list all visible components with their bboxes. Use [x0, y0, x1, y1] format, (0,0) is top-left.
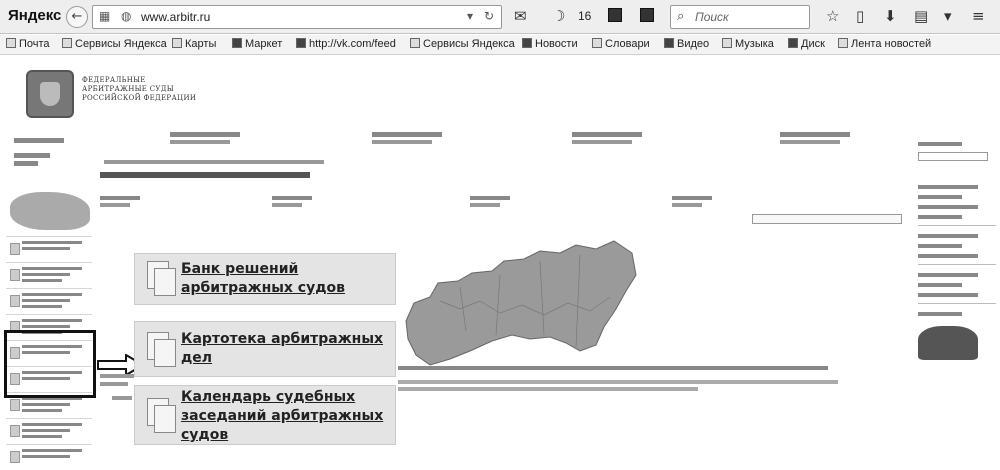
callout-case-files[interactable]: Картотека арбитражных дел: [134, 321, 396, 377]
sidebar-link[interactable]: [918, 185, 978, 189]
sidebar-link[interactable]: [918, 244, 962, 248]
body-text: [100, 374, 134, 378]
right-sidebar: [918, 134, 996, 360]
search-icon: ⌕: [677, 9, 685, 24]
body-text: [398, 380, 838, 384]
sidebar-link[interactable]: [918, 234, 978, 238]
chevron-down-icon[interactable]: ▾: [944, 8, 952, 24]
extension-icon-1[interactable]: [608, 8, 622, 25]
callout-title[interactable]: Банк решений арбитражных судов: [181, 260, 393, 298]
clipboard-icon[interactable]: ▯: [856, 8, 864, 24]
breadcrumb[interactable]: [104, 160, 324, 164]
sidebar-link[interactable]: [14, 153, 50, 158]
browser-toolbar: Яндекс ← ▦ ◍ www.arbitr.ru ▾ ↻ ✉ ☽ 16 ⌕ …: [0, 0, 1000, 34]
web-page: ФЕДЕРАЛЬНЫЕ АРБИТРАЖНЫЕ СУДЫ РОССИЙСКОЙ …: [0, 56, 1000, 470]
search-box[interactable]: ⌕ Поиск: [670, 5, 810, 29]
russia-map[interactable]: [400, 231, 640, 371]
top-nav-link[interactable]: [780, 132, 850, 144]
mail-icon[interactable]: ✉: [514, 8, 527, 24]
bookmark-item[interactable]: Сервисы Яндекса: [62, 38, 167, 50]
mini-map[interactable]: [10, 192, 90, 230]
sidebar-link[interactable]: [14, 161, 38, 166]
document-icon: [147, 261, 176, 297]
sidebar-link[interactable]: [918, 215, 962, 219]
callout-title[interactable]: Картотека арбитражных дел: [181, 330, 393, 368]
sidebar-link[interactable]: [918, 293, 978, 297]
body-text: [100, 382, 128, 386]
sidebar-item[interactable]: [6, 288, 92, 312]
bookmark-item[interactable]: Маркет: [232, 38, 282, 50]
map-caption: [398, 366, 828, 370]
sidebar-item[interactable]: [6, 418, 92, 442]
globe-icon: ◍: [121, 9, 132, 23]
top-nav-link[interactable]: [572, 132, 642, 144]
sidebar-link[interactable]: [918, 254, 978, 258]
section-link[interactable]: [672, 196, 712, 207]
search-placeholder: Поиск: [695, 10, 729, 24]
region-select[interactable]: [752, 214, 902, 224]
browser-brand: Яндекс: [8, 7, 62, 24]
extension-icon-2[interactable]: [640, 8, 654, 25]
search-label: [918, 142, 962, 146]
top-nav-link[interactable]: [372, 132, 442, 144]
site-search-input[interactable]: [918, 152, 988, 161]
divider: [918, 225, 996, 226]
sidebar-link[interactable]: [918, 205, 978, 209]
bookmark-item[interactable]: Новости: [522, 38, 578, 50]
callout-hearings-calendar[interactable]: Календарь судебных заседаний арбитражных…: [134, 385, 396, 445]
sidebar-item[interactable]: [6, 236, 92, 260]
sidebar-item[interactable]: [6, 262, 92, 286]
sidebar-link[interactable]: [918, 195, 962, 199]
divider: [918, 303, 996, 304]
callout-decisions-bank[interactable]: Банк решений арбитражных судов: [134, 253, 396, 305]
sidebar-item[interactable]: [6, 444, 92, 468]
bookmark-item[interactable]: Словари: [592, 38, 650, 50]
callout-title[interactable]: Календарь судебных заседаний арбитражных…: [181, 388, 393, 445]
dropdown-icon[interactable]: ▾: [467, 9, 473, 23]
sidebar-link[interactable]: [918, 273, 978, 277]
bookmark-item[interactable]: Сервисы Яндекса: [410, 38, 515, 50]
statistics-chart[interactable]: [918, 326, 978, 360]
emblem-icon[interactable]: [26, 70, 74, 118]
weather-icon[interactable]: ☽: [552, 8, 565, 24]
bookmark-item[interactable]: Карты: [172, 38, 216, 50]
bookmark-item[interactable]: Видео: [664, 38, 709, 50]
address-bar[interactable]: ▦ ◍ www.arbitr.ru ▾ ↻: [92, 5, 502, 29]
bookmark-item[interactable]: Музыка: [722, 38, 774, 50]
document-icon: [147, 332, 176, 368]
bookmark-star-icon[interactable]: ☆: [826, 8, 839, 24]
highlight-frame: [4, 330, 96, 398]
section-link[interactable]: [272, 196, 312, 207]
site-org-name[interactable]: ФЕДЕРАЛЬНЫЕ АРБИТРАЖНЫЕ СУДЫ РОССИЙСКОЙ …: [82, 76, 242, 103]
back-icon[interactable]: ←: [66, 6, 88, 28]
section-link[interactable]: [470, 196, 510, 207]
sidebar-link[interactable]: [918, 312, 962, 316]
download-icon[interactable]: ⬇: [884, 8, 897, 24]
divider: [918, 264, 996, 265]
grid-menu-icon[interactable]: ▤: [914, 8, 928, 24]
notification-count: 16: [578, 9, 592, 23]
bookmark-item[interactable]: Почта: [6, 38, 50, 50]
top-nav-link[interactable]: [170, 132, 240, 144]
body-text: [398, 387, 698, 391]
bookmark-item[interactable]: Лента новостей: [838, 38, 931, 50]
hamburger-menu-icon[interactable]: ≡: [972, 8, 985, 24]
sidebar-link[interactable]: [918, 283, 962, 287]
page-title: [100, 172, 310, 178]
apps-icon[interactable]: ▦: [99, 9, 110, 23]
sidebar-link[interactable]: [14, 138, 64, 143]
reload-icon[interactable]: ↻: [484, 9, 494, 23]
document-icon: [147, 398, 176, 434]
url-text[interactable]: www.arbitr.ru: [141, 10, 210, 24]
bookmark-item[interactable]: Диск: [788, 38, 825, 50]
section-link[interactable]: [100, 196, 140, 207]
left-sidebar: [6, 132, 92, 468]
small-link[interactable]: [112, 396, 132, 400]
bookmarks-bar: Почта Сервисы Яндекса Карты Маркет http:…: [0, 35, 1000, 55]
bookmark-item[interactable]: http://vk.com/feed: [296, 38, 396, 50]
